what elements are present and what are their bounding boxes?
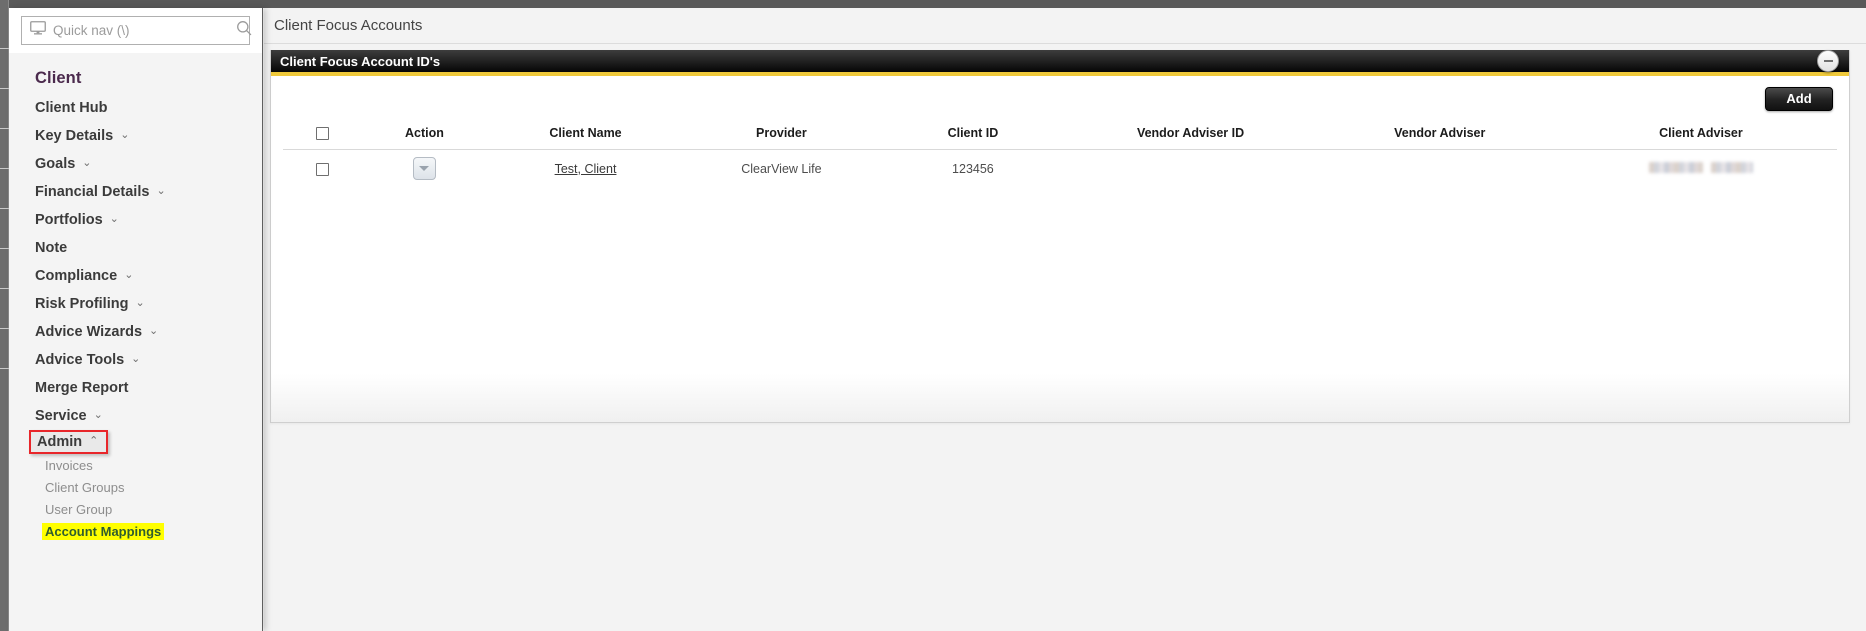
column-header-client-name[interactable]: Client Name bbox=[487, 120, 684, 151]
row-select-cell bbox=[283, 150, 361, 188]
table-header: Action Client Name Provider Client ID Ve… bbox=[283, 120, 1837, 151]
sidebar-item-advice-wizards[interactable]: Advice Wizards ⌄ bbox=[9, 318, 262, 346]
sidebar-item-client-hub[interactable]: Client Hub bbox=[9, 94, 262, 122]
main-content: Client Focus Accounts Client Focus Accou… bbox=[264, 8, 1866, 631]
sidebar-subitem-label: User Group bbox=[45, 501, 113, 517]
sidebar-subitem-label: Invoices bbox=[45, 457, 93, 473]
row-action-cell bbox=[361, 150, 487, 188]
chevron-down-icon: ⌄ bbox=[149, 324, 159, 337]
sidebar-item-user-group[interactable]: User Group bbox=[9, 498, 262, 520]
sidebar-item-label: Financial Details bbox=[35, 184, 150, 200]
row-client-adviser-cell bbox=[1565, 150, 1837, 188]
row-client-name-cell: Test, Client bbox=[488, 150, 684, 188]
search-input[interactable] bbox=[53, 23, 230, 38]
sidebar-item-advice-tools[interactable]: Advice Tools ⌄ bbox=[9, 346, 262, 374]
sidebar-item-label: Merge Report bbox=[35, 380, 129, 396]
app-root: Client Client Hub Key Details ⌄ Goals ⌄ … bbox=[0, 0, 1866, 631]
column-header-action[interactable]: Action bbox=[361, 120, 488, 151]
chevron-down-icon: ⌄ bbox=[120, 128, 130, 141]
quick-nav-box[interactable] bbox=[21, 16, 252, 45]
table-body: Test, Client ClearView Life 123456 bbox=[283, 150, 1837, 188]
sidebar-item-compliance[interactable]: Compliance ⌄ bbox=[9, 262, 262, 290]
client-name-link[interactable]: Test, Client bbox=[555, 162, 617, 176]
sidebar-item-account-mappings[interactable]: Account Mappings bbox=[9, 520, 262, 542]
select-all-checkbox[interactable] bbox=[315, 127, 329, 141]
sidebar-subitem-label: Account Mappings bbox=[42, 522, 165, 540]
sidebar-item-label: Client Hub bbox=[35, 100, 108, 116]
sidebar-item-label: Compliance bbox=[35, 268, 118, 284]
sidebar-item-label: Service bbox=[35, 408, 87, 424]
row-provider-cell: ClearView Life bbox=[741, 161, 822, 176]
sidebar-item-invoices[interactable]: Invoices bbox=[9, 454, 262, 476]
row-action-dropdown-button[interactable] bbox=[412, 157, 436, 181]
navigation-flyout: Client Client Hub Key Details ⌄ Goals ⌄ … bbox=[9, 8, 263, 631]
panel-toolbar: Add bbox=[283, 76, 1837, 120]
sidebar-subitem-label: Client Groups bbox=[45, 479, 125, 495]
chevron-up-icon: ⌃ bbox=[89, 434, 99, 447]
chevron-down-icon bbox=[419, 166, 430, 172]
chevron-down-icon: ⌄ bbox=[93, 408, 103, 421]
panel-header: Client Focus Account ID's bbox=[271, 50, 1849, 76]
page-title: Client Focus Accounts bbox=[274, 17, 423, 34]
sidebar-item-service[interactable]: Service ⌄ bbox=[9, 402, 262, 430]
sidebar-item-key-details[interactable]: Key Details ⌄ bbox=[9, 122, 262, 150]
row-vendor-adviser-id-cell bbox=[1067, 150, 1315, 188]
quick-nav-container bbox=[9, 8, 262, 53]
page-header: Client Focus Accounts bbox=[264, 8, 1866, 44]
row-vendor-adviser-cell bbox=[1315, 150, 1565, 188]
table-header-row: Action Client Name Provider Client ID Ve… bbox=[283, 120, 1837, 151]
table-row[interactable]: Test, Client ClearView Life 123456 bbox=[283, 150, 1837, 188]
sidebar-item-label: Goals bbox=[35, 156, 76, 172]
add-button[interactable]: Add bbox=[1765, 87, 1833, 111]
chevron-down-icon: ⌄ bbox=[131, 352, 141, 365]
row-checkbox[interactable] bbox=[315, 162, 329, 176]
window-top-strip bbox=[0, 0, 1866, 8]
column-header-vendor-adviser[interactable]: Vendor Adviser bbox=[1314, 120, 1565, 151]
sidebar-item-label: Advice Tools bbox=[35, 352, 125, 368]
sidebar-item-label: Portfolios bbox=[35, 212, 103, 228]
monitor-icon bbox=[30, 21, 46, 40]
sidebar-item-label: Advice Wizards bbox=[35, 324, 143, 340]
chevron-down-icon: ⌄ bbox=[135, 296, 145, 309]
sidebar-item-label: Admin bbox=[37, 434, 83, 450]
panel-title: Client Focus Account ID's bbox=[280, 53, 441, 69]
chevron-down-icon: ⌄ bbox=[156, 184, 166, 197]
minus-circle-icon[interactable] bbox=[1817, 50, 1839, 72]
column-header-vendor-adviser-id[interactable]: Vendor Adviser ID bbox=[1066, 120, 1315, 151]
collapsed-nav-rail[interactable] bbox=[0, 0, 9, 631]
chevron-down-icon: ⌄ bbox=[124, 268, 134, 281]
sidebar-item-label: Key Details bbox=[35, 128, 114, 144]
select-all-header bbox=[283, 120, 362, 151]
sidebar-item-merge-report[interactable]: Merge Report bbox=[9, 374, 262, 402]
column-header-provider[interactable]: Provider bbox=[683, 120, 880, 151]
sidebar-item-admin[interactable]: Admin ⌃ bbox=[29, 430, 109, 454]
panel-body: Add Action Client Name Provider Client I… bbox=[271, 76, 1849, 422]
chevron-down-icon: ⌄ bbox=[109, 212, 119, 225]
redacted-client-adviser bbox=[1648, 161, 1753, 173]
client-focus-account-ids-panel: Client Focus Account ID's Add Action Cli… bbox=[270, 50, 1850, 423]
chevron-down-icon: ⌄ bbox=[82, 156, 92, 169]
sidebar-item-note[interactable]: Note bbox=[9, 234, 262, 262]
sidebar-item-client-groups[interactable]: Client Groups bbox=[9, 476, 262, 498]
nav-list: Client Client Hub Key Details ⌄ Goals ⌄ … bbox=[9, 53, 262, 631]
accounts-table: Action Client Name Provider Client ID Ve… bbox=[283, 120, 1837, 187]
sidebar-item-portfolios[interactable]: Portfolios ⌄ bbox=[9, 206, 262, 234]
row-client-id-cell: 123456 bbox=[952, 161, 994, 176]
sidebar-item-financial-details[interactable]: Financial Details ⌄ bbox=[9, 178, 262, 206]
sidebar-item-goals[interactable]: Goals ⌄ bbox=[9, 150, 262, 178]
sidebar-item-label: Note bbox=[35, 240, 68, 256]
sidebar-item-risk-profiling[interactable]: Risk Profiling ⌄ bbox=[9, 290, 262, 318]
column-header-client-adviser[interactable]: Client Adviser bbox=[1564, 120, 1837, 151]
search-icon[interactable] bbox=[236, 20, 252, 41]
column-header-client-id[interactable]: Client ID bbox=[879, 120, 1067, 151]
sidebar-item-label: Risk Profiling bbox=[35, 296, 129, 312]
nav-section-title: Client bbox=[35, 69, 82, 87]
